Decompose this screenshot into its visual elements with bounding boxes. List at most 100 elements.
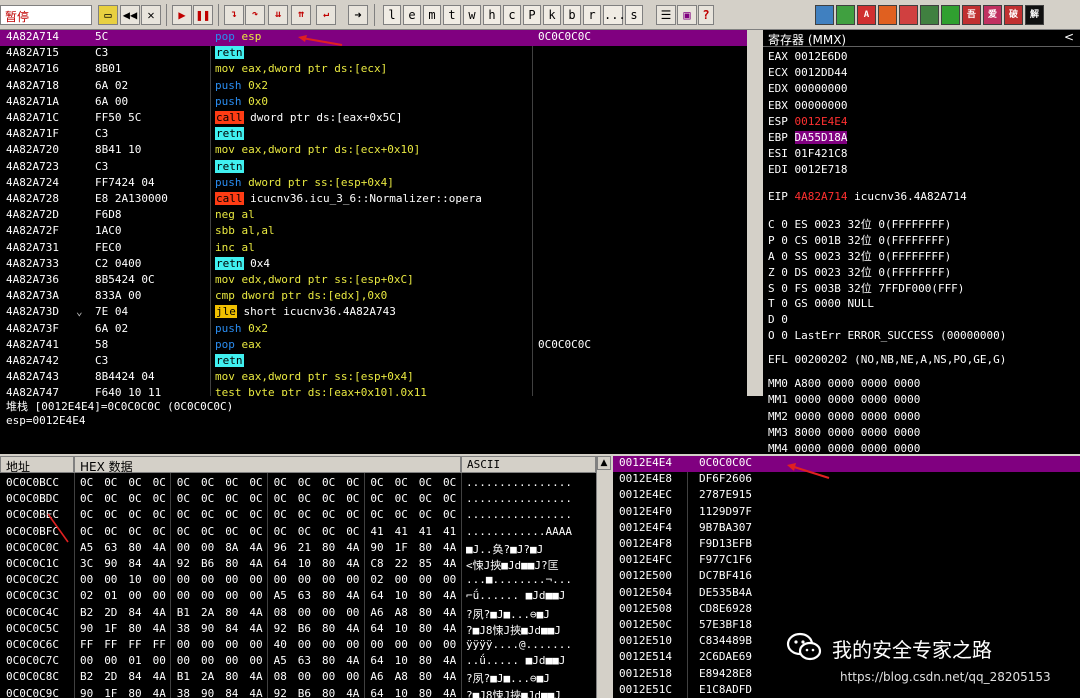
dump-row[interactable]: 0C0C0BEC 0C 0C 0C 0C 0C 0C 0C 0C 0C 0C 0C 0C 0C 0C 0C 0C… bbox=[0, 508, 600, 524]
stack-row[interactable]: 0012E4E8 DF6F2606 bbox=[613, 472, 1080, 488]
stack-row[interactable]: 0012E4FC F977C1F6 bbox=[613, 553, 1080, 569]
stack-row[interactable]: 0012E500 DC7BF416 bbox=[613, 569, 1080, 585]
window-button-11[interactable]: ... bbox=[603, 5, 626, 25]
list-icon[interactable]: ☰ bbox=[656, 5, 676, 25]
window-button-12[interactable]: s bbox=[625, 5, 643, 25]
trace-over-icon[interactable]: ⇈ bbox=[291, 5, 311, 25]
collapse-icon[interactable]: < bbox=[1064, 30, 1074, 44]
stack-row[interactable]: 0012E4E4 0C0C0C0C bbox=[613, 456, 1080, 473]
dump-row[interactable]: 0C0C0C9C 90 1F 80 4A 38 90 84 4A 92 B6 80 4A 64 10 80 4A… bbox=[0, 687, 600, 698]
register-ebp[interactable]: EBP DA55D18A bbox=[768, 131, 848, 144]
disasm-row[interactable]: 4A82A720 8B41 10 mov eax,dword ptr ds:[ecx… bbox=[0, 143, 747, 159]
plugin-button-4[interactable] bbox=[899, 5, 918, 25]
dump-scroll-up-icon[interactable]: ▲ bbox=[597, 456, 611, 470]
dump-row[interactable]: 0C0C0C6C FF FF FF FF 00 00 00 00 40 00 00 00 00 00 00 00… bbox=[0, 638, 600, 654]
dump-header-hex[interactable]: HEX 数据 bbox=[74, 456, 461, 474]
stack-row[interactable]: 0012E504 DE535B4A bbox=[613, 586, 1080, 602]
plugin-button-7[interactable]: 吾 bbox=[962, 5, 981, 25]
flag-row[interactable]: C 0 ES 0023 32位 0(FFFFFFFF) bbox=[768, 216, 951, 232]
window-button-10[interactable]: r bbox=[583, 5, 601, 25]
stack-row[interactable]: 0012E4F4 9B7BA307 bbox=[613, 521, 1080, 537]
plugin-button-8[interactable]: 爱 bbox=[983, 5, 1002, 25]
plugin-button-0[interactable] bbox=[815, 5, 834, 25]
window-button-1[interactable]: e bbox=[403, 5, 421, 25]
register-esp[interactable]: ESP 0012E4E4 bbox=[768, 115, 847, 128]
plugin-button-1[interactable] bbox=[836, 5, 855, 25]
execute-till-return-icon[interactable]: ↵ bbox=[316, 5, 336, 25]
stack-row[interactable]: 0012E4F8 F9D13EFB bbox=[613, 537, 1080, 553]
dump-row[interactable]: 0C0C0C4C B2 2D 84 4A B1 2A 80 4A 08 00 00 00 A6 A8 80 4A… bbox=[0, 606, 600, 622]
mmx-row[interactable]: MM1 0000 0000 0000 0000 bbox=[768, 393, 920, 406]
plugin-button-2[interactable]: A bbox=[857, 5, 876, 25]
mmx-row[interactable]: MM2 0000 0000 0000 0000 bbox=[768, 410, 920, 423]
window-button-6[interactable]: c bbox=[503, 5, 521, 25]
help-icon[interactable]: ? bbox=[698, 5, 714, 25]
stack-row[interactable]: 0012E4F0 1129D97F bbox=[613, 505, 1080, 521]
disassembly-pane[interactable]: 4A82A714 5C pop esp 0C0C0C0C 4A82A715 C3 retn 4… bbox=[0, 30, 747, 396]
disasm-row[interactable]: 4A82A72F 1AC0 sbb al,al bbox=[0, 224, 747, 240]
mmx-row[interactable]: MM4 0000 0000 0000 0000 bbox=[768, 442, 920, 454]
restart-icon[interactable]: ◀◀ bbox=[120, 5, 140, 25]
dump-header-address[interactable]: 地址 bbox=[0, 456, 74, 474]
step-over-icon[interactable]: ↷ bbox=[245, 5, 265, 25]
window-icon[interactable]: ▣ bbox=[677, 5, 697, 25]
disasm-row[interactable]: 4A82A73A 833A 00 cmp dword ptr ds:[edx],0x… bbox=[0, 289, 747, 305]
disasm-row[interactable]: 4A82A714 5C pop esp 0C0C0C0C bbox=[0, 30, 747, 47]
window-button-2[interactable]: m bbox=[423, 5, 441, 25]
dump-row[interactable]: 0C0C0C7C 00 00 01 00 00 00 00 00 A5 63 80 4A 64 10 80 4A… bbox=[0, 654, 600, 670]
plugin-button-6[interactable] bbox=[941, 5, 960, 25]
disasm-row[interactable]: 4A82A742 C3 retn bbox=[0, 354, 747, 370]
disasm-row[interactable]: 4A82A733 C2 0400 retn 0x4 bbox=[0, 256, 747, 273]
disasm-row[interactable]: 4A82A736 8B5424 0C mov edx,dword ptr ss:[e… bbox=[0, 273, 747, 289]
disasm-row[interactable]: 4A82A716 8B01 mov eax,dword ptr ds:[ecx] bbox=[0, 62, 747, 78]
disasm-row[interactable]: 4A82A71C FF50 5C call dword ptr ds:[eax+0x… bbox=[0, 111, 747, 127]
close-icon[interactable]: ✕ bbox=[141, 5, 161, 25]
disasm-row[interactable]: 4A82A71A 6A 00 push 0x0 bbox=[0, 95, 747, 111]
run-icon[interactable]: ▶ bbox=[172, 5, 192, 25]
registers-pane[interactable]: 寄存器 (MMX) < EAX 0012E6D0 ECX 0012DD44 EDX … bbox=[763, 30, 1080, 454]
dump-row[interactable]: 0C0C0C2C 00 00 10 00 00 00 00 00 00 00 00 00 02 00 00 00… bbox=[0, 573, 600, 589]
dump-row[interactable]: 0C0C0BCC 0C 0C 0C 0C 0C 0C 0C 0C 0C 0C 0C 0C 0C 0C 0C 0C… bbox=[0, 476, 600, 492]
disasm-row[interactable]: 4A82A724 FF7424 04 push dword ptr ss:[esp+… bbox=[0, 176, 747, 192]
disasm-row[interactable]: 4A82A723 C3 retn bbox=[0, 159, 747, 176]
window-button-5[interactable]: h bbox=[483, 5, 501, 25]
dump-header-ascii[interactable]: ASCII bbox=[461, 456, 596, 473]
disasm-row[interactable]: 4A82A73F 6A 02 push 0x2 bbox=[0, 322, 747, 338]
dump-row[interactable]: 0C0C0C3C 02 01 00 00 00 00 00 00 A5 63 80 4A 64 10 80 4A… bbox=[0, 589, 600, 605]
register-edx[interactable]: EDX 00000000 bbox=[768, 82, 847, 95]
flag-row[interactable]: O 0 LastErr ERROR_SUCCESS (00000000) bbox=[768, 329, 1006, 342]
disasm-row[interactable]: 4A82A72D F6D8 neg al bbox=[0, 208, 747, 224]
efl-row[interactable]: EFL 00200202 (NO,NB,NE,A,NS,PO,GE,G) bbox=[768, 353, 1006, 366]
disasm-row[interactable]: 4A82A71F C3 retn bbox=[0, 127, 747, 143]
disasm-row[interactable]: 4A82A715 C3 retn bbox=[0, 46, 747, 62]
disasm-row[interactable]: 4A82A731 FEC0 inc al bbox=[0, 241, 747, 257]
flag-row[interactable]: T 0 GS 0000 NULL bbox=[768, 297, 874, 310]
register-ebx[interactable]: EBX 00000000 bbox=[768, 99, 847, 112]
step-into-icon[interactable]: ↴ bbox=[224, 5, 244, 25]
register-edi[interactable]: EDI 0012E718 bbox=[768, 163, 847, 176]
window-button-0[interactable]: l bbox=[383, 5, 401, 25]
stack-row[interactable]: 0012E4EC 2787E915 bbox=[613, 488, 1080, 504]
window-button-7[interactable]: P bbox=[523, 5, 541, 25]
dump-row[interactable]: 0C0C0C5C 90 1F 80 4A 38 90 84 4A 92 B6 80 4A 64 10 80 4A… bbox=[0, 622, 600, 638]
flag-row[interactable]: P 0 CS 001B 32位 0(FFFFFFFF) bbox=[768, 232, 951, 248]
disasm-row[interactable]: 4A82A741 58 pop eax 0C0C0C0C bbox=[0, 338, 747, 354]
trace-into-icon[interactable]: ⇊ bbox=[268, 5, 288, 25]
plugin-button-3[interactable] bbox=[878, 5, 897, 25]
mmx-row[interactable]: MM0 A800 0000 0000 0000 bbox=[768, 377, 920, 390]
register-eax[interactable]: EAX 0012E6D0 bbox=[768, 50, 847, 63]
dump-row[interactable]: 0C0C0C8C B2 2D 84 4A B1 2A 80 4A 08 00 00 00 A6 A8 80 4A… bbox=[0, 670, 600, 686]
window-button-4[interactable]: w bbox=[463, 5, 481, 25]
dump-row[interactable]: 0C0C0C0C A5 63 80 4A 00 00 8A 4A 96 21 80 4A 90 1F 80 4A… bbox=[0, 541, 600, 557]
flag-row[interactable]: S 0 FS 003B 32位 7FFDF000(FFF) bbox=[768, 280, 964, 296]
pause-icon[interactable]: ❚❚ bbox=[193, 5, 213, 25]
mmx-row[interactable]: MM3 8000 0000 0000 0000 bbox=[768, 426, 920, 439]
disasm-row[interactable]: 4A82A747 F640 10 11 test byte ptr ds:[eax+… bbox=[0, 386, 747, 396]
register-ecx[interactable]: ECX 0012DD44 bbox=[768, 66, 847, 79]
disasm-row[interactable]: 4A82A743 8B4424 04 mov eax,dword ptr ss:[e… bbox=[0, 370, 747, 386]
flag-row[interactable]: Z 0 DS 0023 32位 0(FFFFFFFF) bbox=[768, 264, 951, 280]
flag-row[interactable]: D 0 bbox=[768, 313, 788, 326]
hex-dump-pane[interactable]: 地址 HEX 数据 ASCII 0C0C0BCC 0C 0C 0C 0C 0C 0C 0C 0C… bbox=[0, 456, 611, 698]
plugin-button-9[interactable]: 破 bbox=[1004, 5, 1023, 25]
window-button-8[interactable]: k bbox=[543, 5, 561, 25]
